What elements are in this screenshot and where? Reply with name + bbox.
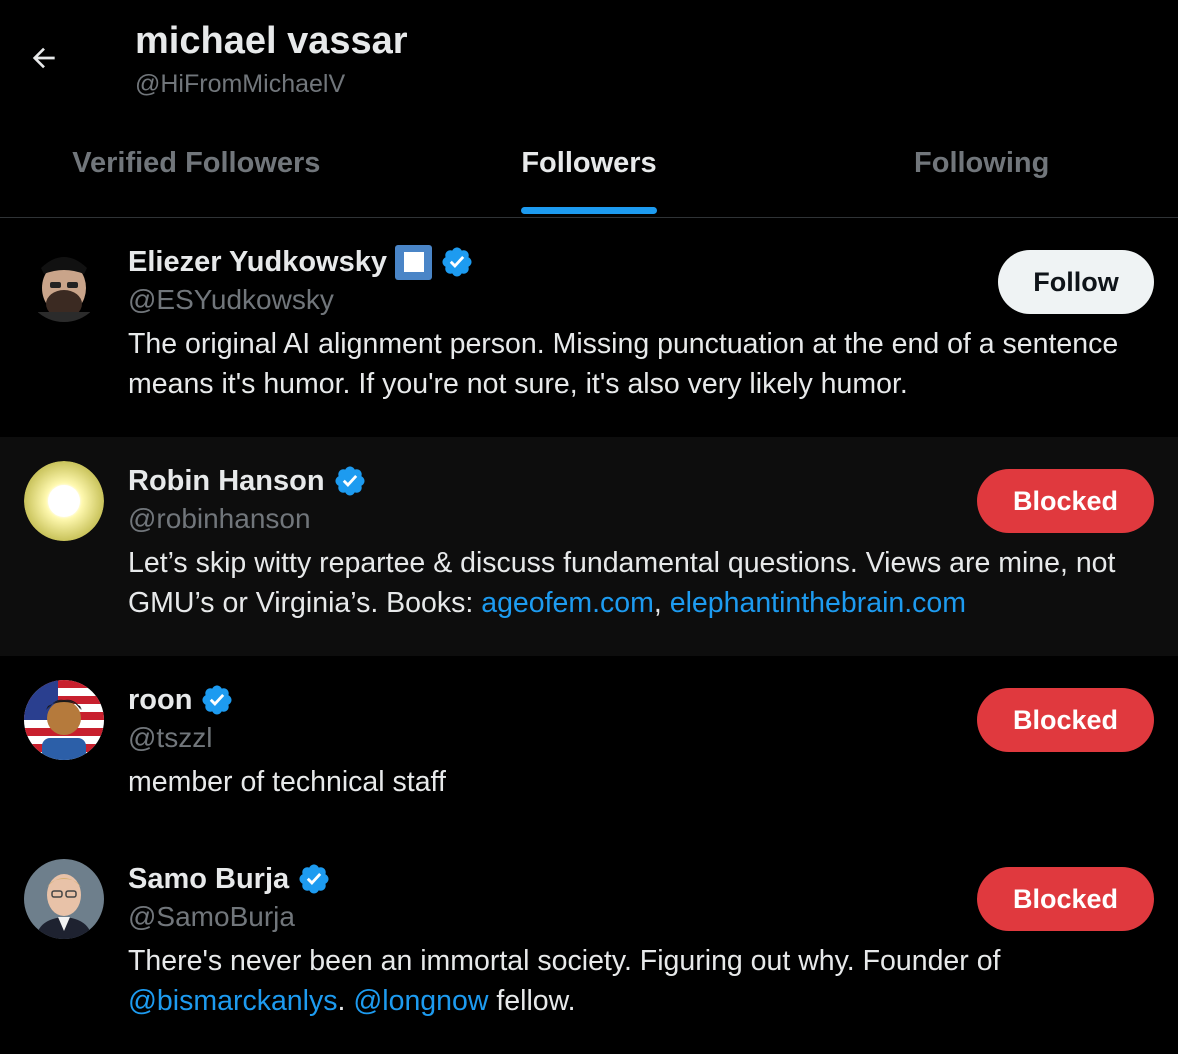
page-title: michael vassar	[135, 20, 408, 62]
user-bio: Let’s skip witty repartee & discuss fund…	[128, 543, 1154, 623]
user-name[interactable]: Samo Burja	[128, 863, 289, 896]
verified-badge-icon	[442, 247, 472, 277]
bio-text: There's never been an immortal society. …	[128, 945, 1001, 977]
tab-verified-followers[interactable]: Verified Followers	[0, 125, 393, 217]
bio-separator: ,	[653, 587, 670, 619]
tab-bar: Verified Followers Followers Following	[0, 125, 1178, 218]
bio-link[interactable]: @longnow	[353, 985, 488, 1017]
bio-separator: .	[337, 985, 354, 1017]
tab-label: Verified Followers	[72, 147, 321, 179]
arrow-left-icon	[32, 47, 55, 69]
square-badge-icon	[395, 244, 432, 280]
tab-label-text: Followers	[521, 147, 657, 179]
bio-link[interactable]: ageofem.com	[481, 587, 654, 619]
avatar[interactable]	[24, 461, 104, 541]
bio-link[interactable]: elephantinthebrain.com	[670, 587, 966, 619]
verified-badge-icon	[335, 466, 365, 496]
user-name[interactable]: Robin Hanson	[128, 465, 325, 498]
tab-label: Following	[914, 147, 1050, 179]
blocked-button[interactable]: Blocked	[977, 469, 1154, 533]
active-tab-indicator	[521, 207, 657, 214]
user-row[interactable]: Eliezer Yudkowsky @ESYudkowsky The origi…	[0, 218, 1178, 437]
blocked-button[interactable]: Blocked	[977, 688, 1154, 752]
user-name[interactable]: Eliezer Yudkowsky	[128, 246, 387, 279]
tab-label: Followers	[521, 147, 657, 214]
bio-link[interactable]: @bismarckanlys	[128, 985, 337, 1017]
tab-following[interactable]: Following	[785, 125, 1178, 217]
user-row[interactable]: Samo Burja @SamoBurja There's never been…	[0, 835, 1178, 1054]
verified-badge-icon	[202, 685, 232, 715]
avatar[interactable]	[24, 242, 104, 322]
follow-button[interactable]: Follow	[998, 250, 1154, 314]
back-button[interactable]	[20, 34, 68, 82]
avatar[interactable]	[24, 680, 104, 760]
user-name[interactable]: roon	[128, 684, 192, 717]
bio-tail: fellow.	[488, 985, 576, 1017]
user-bio: The original AI alignment person. Missin…	[128, 328, 1119, 400]
user-row[interactable]: Robin Hanson @robinhanson Let’s skip wit…	[0, 437, 1178, 656]
tab-followers[interactable]: Followers	[393, 125, 786, 217]
profile-title-block: michael vassar @HiFromMichaelV	[135, 18, 408, 99]
profile-handle: @HiFromMichaelV	[135, 70, 346, 98]
avatar[interactable]	[24, 859, 104, 939]
user-list: Eliezer Yudkowsky @ESYudkowsky The origi…	[0, 218, 1178, 1054]
verified-badge-icon	[299, 864, 329, 894]
page-header: michael vassar @HiFromMichaelV	[0, 0, 1178, 125]
user-bio: There's never been an immortal society. …	[128, 941, 1154, 1021]
user-row[interactable]: roon @tszzl member of technical staff Bl…	[0, 656, 1178, 835]
user-bio: member of technical staff	[128, 766, 446, 798]
blocked-button[interactable]: Blocked	[977, 867, 1154, 931]
